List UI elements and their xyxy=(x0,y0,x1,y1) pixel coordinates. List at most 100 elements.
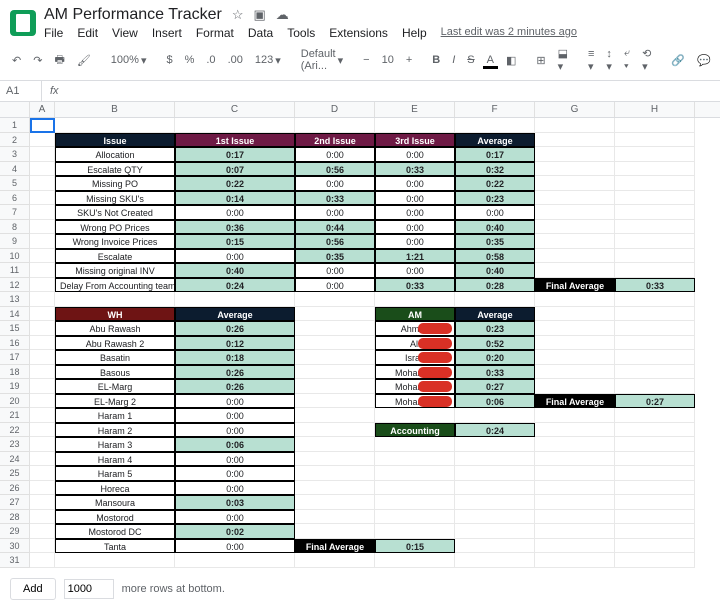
am-label[interactable]: Ahmed xyxy=(375,321,455,336)
issue-value[interactable]: 0:17 xyxy=(455,147,535,162)
cell[interactable] xyxy=(295,423,375,438)
col-header[interactable]: E xyxy=(375,102,455,117)
cell[interactable] xyxy=(30,423,55,438)
wh-value[interactable]: 0:03 xyxy=(175,495,295,510)
cell[interactable] xyxy=(295,292,375,307)
issue-value[interactable]: 0:24 xyxy=(175,278,295,293)
cell[interactable] xyxy=(535,553,615,568)
paint-format-button[interactable]: 🖌 xyxy=(73,51,95,70)
cell[interactable] xyxy=(30,220,55,235)
cell[interactable] xyxy=(295,408,375,423)
issue-value[interactable]: 0:40 xyxy=(175,263,295,278)
cell[interactable] xyxy=(615,292,695,307)
am-label[interactable]: Mohamed xyxy=(375,379,455,394)
cell[interactable] xyxy=(295,321,375,336)
wh-value[interactable]: 0:00 xyxy=(175,452,295,467)
increase-decimal-button[interactable]: .00 xyxy=(224,51,247,69)
cell[interactable] xyxy=(30,205,55,220)
wh-value[interactable]: 0:02 xyxy=(175,524,295,539)
final-avg-value[interactable]: 0:33 xyxy=(615,278,695,293)
cell[interactable] xyxy=(455,118,535,133)
merge-button[interactable]: ⬓ ▾ xyxy=(554,44,572,76)
comment-button[interactable]: 💬 xyxy=(693,51,715,70)
cell[interactable] xyxy=(295,510,375,525)
issue-value[interactable]: 0:14 xyxy=(175,191,295,206)
issue-value[interactable]: 0:40 xyxy=(455,263,535,278)
cell[interactable] xyxy=(535,234,615,249)
menu-help[interactable]: Help xyxy=(402,26,427,40)
row-header[interactable]: 6 xyxy=(0,191,30,206)
cell[interactable] xyxy=(295,553,375,568)
wh-label[interactable]: Mostorod DC xyxy=(55,524,175,539)
valign-button[interactable]: ↕ ▾ xyxy=(602,45,616,76)
issue-value[interactable]: 0:00 xyxy=(375,147,455,162)
cell[interactable] xyxy=(30,495,55,510)
cell[interactable] xyxy=(615,423,695,438)
row-header[interactable]: 14 xyxy=(0,307,30,322)
cell[interactable] xyxy=(375,481,455,496)
cell[interactable] xyxy=(295,336,375,351)
cell[interactable] xyxy=(455,481,535,496)
row-header[interactable]: 2 xyxy=(0,133,30,148)
cell[interactable] xyxy=(615,466,695,481)
cell[interactable] xyxy=(30,234,55,249)
am-value[interactable]: 0:52 xyxy=(455,336,535,351)
cell[interactable] xyxy=(30,394,55,409)
cell[interactable] xyxy=(615,495,695,510)
cell[interactable] xyxy=(535,408,615,423)
issue-value[interactable]: 0:44 xyxy=(295,220,375,235)
cell[interactable] xyxy=(375,408,455,423)
wh-label[interactable]: Abu Rawash xyxy=(55,321,175,336)
cell[interactable] xyxy=(535,336,615,351)
cell[interactable] xyxy=(535,437,615,452)
cell[interactable] xyxy=(615,307,695,322)
cell[interactable] xyxy=(615,379,695,394)
wh-value[interactable]: 0:00 xyxy=(175,394,295,409)
col-header[interactable]: G xyxy=(535,102,615,117)
cell[interactable] xyxy=(375,437,455,452)
cell[interactable] xyxy=(295,350,375,365)
issue-value[interactable]: 0:00 xyxy=(295,278,375,293)
cell[interactable] xyxy=(295,365,375,380)
wh-label[interactable]: Mansoura xyxy=(55,495,175,510)
menu-extensions[interactable]: Extensions xyxy=(329,26,388,40)
cell[interactable] xyxy=(615,539,695,554)
row-header[interactable]: 30 xyxy=(0,539,30,554)
cell[interactable] xyxy=(535,365,615,380)
issue-value[interactable]: 0:00 xyxy=(295,147,375,162)
col-1st-issue[interactable]: 1st Issue xyxy=(175,133,295,148)
cell[interactable] xyxy=(615,234,695,249)
row-header[interactable]: 31 xyxy=(0,553,30,568)
cell[interactable] xyxy=(535,118,615,133)
wh-label[interactable]: Basatin xyxy=(55,350,175,365)
cell[interactable] xyxy=(30,408,55,423)
cell[interactable] xyxy=(535,133,615,148)
cell[interactable] xyxy=(615,263,695,278)
cell[interactable] xyxy=(535,321,615,336)
row-header[interactable]: 28 xyxy=(0,510,30,525)
cell[interactable] xyxy=(375,292,455,307)
cell[interactable] xyxy=(455,553,535,568)
issue-value[interactable]: 0:56 xyxy=(295,234,375,249)
wh-label[interactable]: Haram 1 xyxy=(55,408,175,423)
issue-value[interactable]: 0:33 xyxy=(375,162,455,177)
row-header[interactable]: 7 xyxy=(0,205,30,220)
cell[interactable] xyxy=(30,278,55,293)
currency-button[interactable]: $ xyxy=(162,51,176,69)
issue-label[interactable]: Missing PO xyxy=(55,176,175,191)
col-header[interactable]: F xyxy=(455,102,535,117)
select-all-cell[interactable] xyxy=(0,102,30,117)
cell[interactable] xyxy=(30,481,55,496)
row-header[interactable]: 4 xyxy=(0,162,30,177)
issue-value[interactable]: 0:17 xyxy=(175,147,295,162)
cell[interactable] xyxy=(615,437,695,452)
cell[interactable] xyxy=(30,466,55,481)
cell[interactable] xyxy=(535,191,615,206)
cell[interactable] xyxy=(295,452,375,467)
cell-a1[interactable] xyxy=(30,118,55,133)
issue-value[interactable]: 0:58 xyxy=(455,249,535,264)
cell[interactable] xyxy=(30,133,55,148)
wh-label[interactable]: Haram 2 xyxy=(55,423,175,438)
last-edit[interactable]: Last edit was 2 minutes ago xyxy=(441,26,577,40)
wh-value[interactable]: 0:12 xyxy=(175,336,295,351)
